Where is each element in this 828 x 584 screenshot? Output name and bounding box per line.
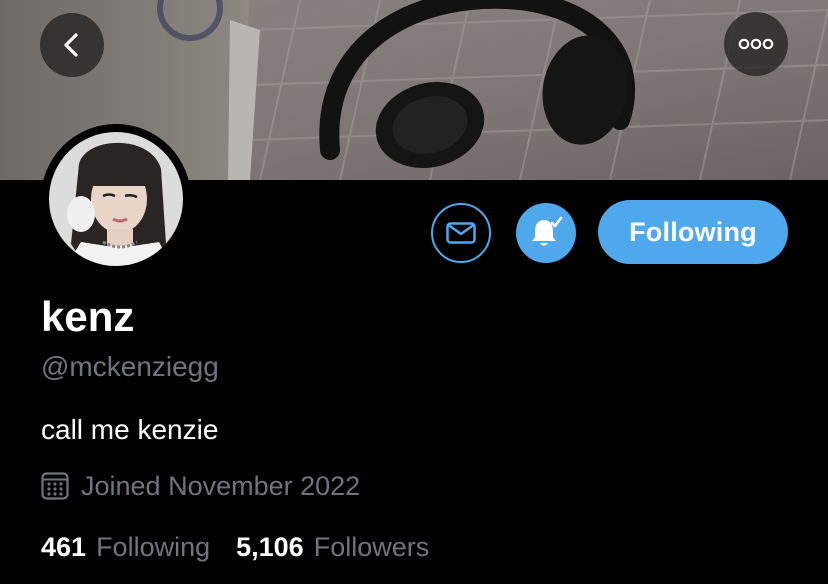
following-label: Following (96, 532, 211, 562)
profile-avatar[interactable] (41, 124, 191, 274)
more-dots-icon (738, 38, 774, 50)
joined-date: Joined November 2022 (41, 469, 360, 503)
calendar-icon (41, 472, 69, 500)
following-count: 461 (41, 532, 87, 562)
avatar-image (41, 124, 191, 274)
display-name: kenz (41, 293, 135, 340)
more-options-button[interactable] (724, 12, 788, 76)
following-stat-link[interactable]: 461 Following (41, 530, 210, 564)
followers-count: 5,106 (236, 532, 304, 562)
message-button[interactable] (431, 203, 491, 263)
profile-bio: call me kenzie (41, 414, 219, 445)
followers-stat-link[interactable]: 5,106 Followers (236, 530, 429, 564)
envelope-icon (446, 222, 476, 244)
notifications-button[interactable] (516, 203, 576, 263)
chevron-left-icon (64, 33, 78, 57)
back-button[interactable] (40, 13, 104, 77)
follow-stats: 461 Following 5,106 Followers (41, 530, 455, 564)
username-handle: @mckenziegg (41, 351, 219, 382)
followers-label: Followers (313, 532, 430, 562)
joined-text: Joined November 2022 (81, 471, 361, 501)
following-button[interactable]: Following (598, 200, 788, 264)
bell-check-icon (532, 216, 563, 246)
